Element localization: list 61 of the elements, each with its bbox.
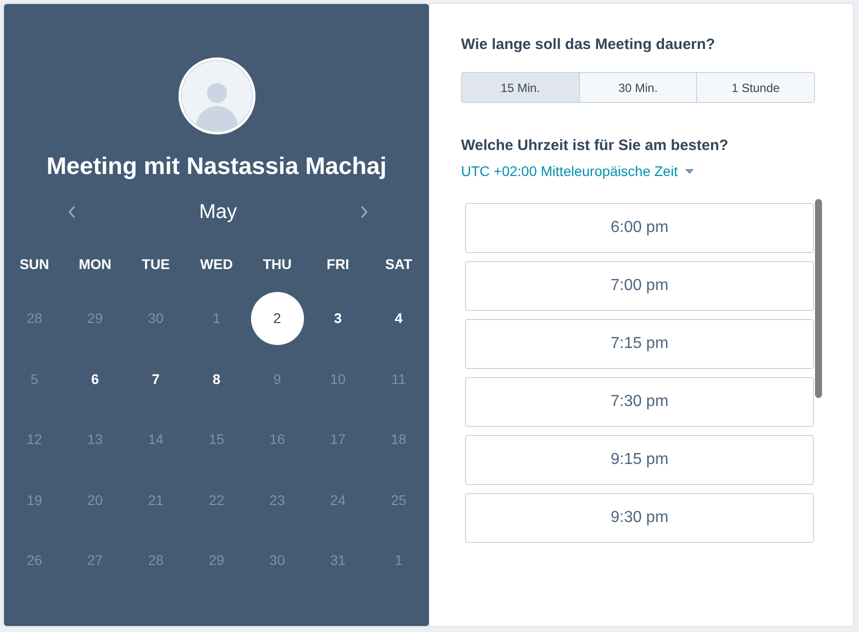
calendar-day: 28 [26, 309, 42, 328]
chevron-right-icon[interactable] [360, 206, 368, 218]
calendar-day: 24 [330, 490, 346, 509]
weekday-label: FRI [326, 255, 350, 274]
chevron-left-icon[interactable] [68, 206, 76, 218]
calendar-day: 18 [390, 430, 406, 448]
calendar-day: 25 [390, 490, 406, 509]
calendar-day[interactable]: 4 [394, 309, 403, 328]
calendar-day: 30 [269, 551, 285, 570]
duration-tab[interactable]: 30 Min. [578, 72, 698, 103]
calendar-day: 12 [26, 430, 42, 448]
weekday-label: SUN [20, 255, 50, 274]
weekday-label: MON [78, 255, 112, 274]
calendar-day: 20 [87, 490, 103, 509]
duration-tab[interactable]: 15 Min. [461, 72, 580, 103]
calendar-day: 1 [394, 551, 403, 570]
calendar-day: 27 [87, 551, 103, 570]
calendar-day[interactable]: 7 [152, 370, 160, 388]
calendar-day: 16 [269, 430, 285, 448]
timezone-dropdown[interactable]: UTC +02:00 Mitteleuropäische Zeit [461, 162, 694, 180]
scrollbar-thumb[interactable] [815, 199, 822, 398]
weekday-label: SAT [385, 255, 412, 274]
duration-question: Wie lange soll das Meeting dauern? [461, 35, 716, 55]
calendar-day: 1 [212, 309, 220, 328]
calendar-day: 9 [273, 370, 282, 388]
time-slot-button[interactable]: 7:30 pm [465, 377, 814, 427]
calendar-day: 5 [30, 370, 38, 388]
calendar-day: 30 [148, 309, 164, 328]
calendar-day: 19 [26, 490, 42, 509]
time-slot-button[interactable]: 7:15 pm [465, 319, 814, 369]
calendar-day: 26 [26, 551, 42, 570]
month-label: May [199, 200, 237, 225]
calendar-day: 13 [87, 430, 103, 448]
time-slot-button[interactable]: 9:30 pm [465, 493, 814, 543]
duration-tab[interactable]: 1 Stunde [696, 72, 816, 103]
caret-down-icon [684, 168, 694, 174]
weekday-label: TUE [142, 255, 170, 274]
calendar-day[interactable]: 8 [212, 370, 220, 388]
calendar-day: 28 [148, 551, 164, 570]
time-slot-button[interactable]: 6:00 pm [465, 203, 814, 253]
calendar-day: 29 [87, 309, 103, 328]
calendar-day: 21 [148, 490, 164, 509]
calendar-day[interactable]: 6 [91, 370, 99, 388]
calendar-day: 15 [208, 430, 224, 448]
calendar-day: 31 [330, 551, 346, 570]
calendar-day[interactable]: 2 [250, 292, 304, 345]
time-question: Welche Uhrzeit ist für Sie am besten? [461, 136, 728, 156]
meeting-title: Meeting mit Nastassia Machaj [46, 152, 387, 182]
avatar-icon [178, 57, 256, 135]
calendar-day: 17 [330, 430, 346, 448]
weekday-label: THU [262, 255, 292, 274]
calendar-day: 14 [148, 430, 164, 448]
calendar-day: 22 [208, 490, 224, 509]
weekday-label: WED [200, 255, 233, 274]
calendar-day: 11 [391, 370, 406, 388]
time-slot-button[interactable]: 9:15 pm [465, 435, 814, 485]
calendar-day: 10 [330, 370, 346, 388]
time-slot-button[interactable]: 7:00 pm [465, 261, 814, 311]
calendar-day: 29 [208, 551, 224, 570]
calendar-day[interactable]: 3 [334, 309, 342, 328]
calendar-day: 23 [269, 490, 285, 509]
